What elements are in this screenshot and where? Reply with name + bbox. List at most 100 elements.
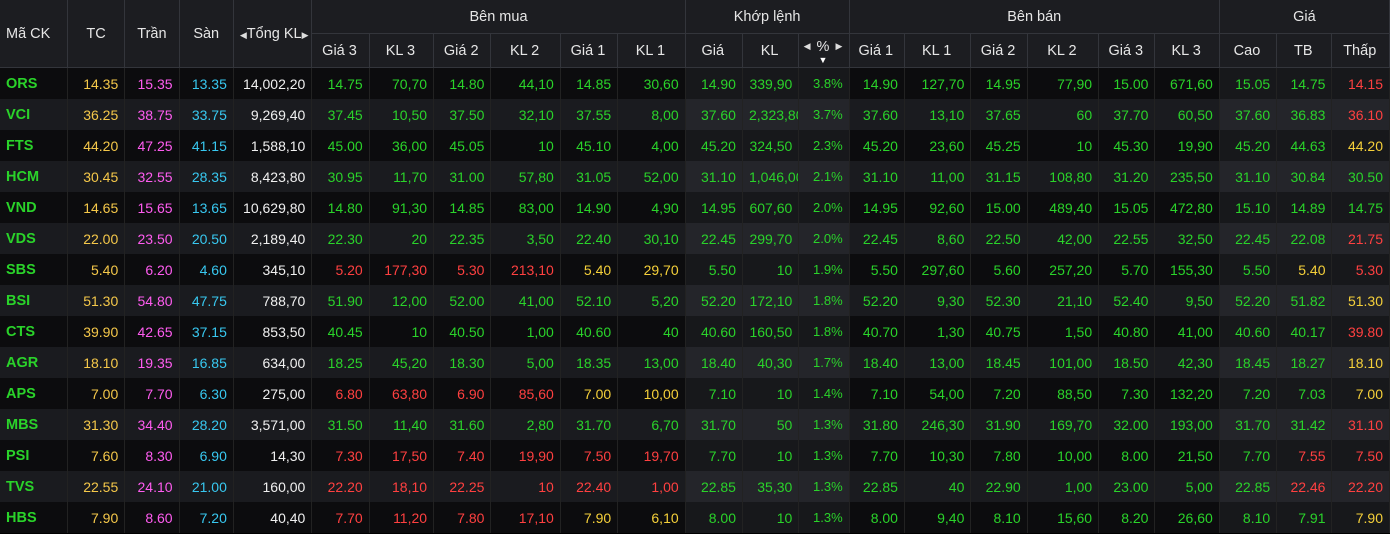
low-price: 14.15 bbox=[1331, 67, 1390, 99]
ref-price: 7.60 bbox=[67, 440, 126, 471]
table-row[interactable]: SBS 5.40 6.20 4.60 345,10 5.20 177,30 5.30 213,1… bbox=[0, 254, 1390, 285]
table-row[interactable]: VDS 22.00 23.50 20.50 2,189,40 22.30 20 22.35 3,… bbox=[0, 223, 1390, 254]
sell-vol-2: 101,00 bbox=[1027, 347, 1100, 378]
table-row[interactable]: MBS 31.30 34.40 28.20 3,571,00 31.50 11,40 31.6… bbox=[0, 409, 1390, 440]
table-row[interactable]: FTS 44.20 47.25 41.15 1,588,10 45.00 36,00 45.0… bbox=[0, 130, 1390, 161]
buy-price-3: 22.20 bbox=[311, 471, 370, 502]
table-row[interactable]: HCM 30.45 32.55 28.35 8,423,80 30.95 11,70 31.0… bbox=[0, 161, 1390, 192]
sell-price-1: 7.70 bbox=[849, 440, 905, 471]
ref-price: 51.30 bbox=[67, 285, 126, 316]
col-symbol[interactable]: Mã CK bbox=[0, 0, 68, 68]
stock-symbol[interactable]: FTS bbox=[0, 130, 68, 161]
floor-price: 6.30 bbox=[179, 378, 234, 409]
col-buy-6[interactable]: KL 1 bbox=[617, 33, 686, 68]
sell-price-1: 8.00 bbox=[849, 502, 905, 533]
col-sell-5[interactable]: Giá 3 bbox=[1098, 33, 1156, 68]
caret-left-icon[interactable]: ◀ bbox=[240, 30, 247, 40]
col-sell-1[interactable]: Giá 1 bbox=[849, 33, 905, 68]
sell-price-1: 31.80 bbox=[849, 409, 905, 440]
sell-vol-3: 60,50 bbox=[1154, 99, 1220, 130]
col-match-pct[interactable]: ◀% ▶ ▼ bbox=[798, 33, 850, 68]
sell-price-3: 8.00 bbox=[1098, 440, 1156, 471]
buy-price-2: 31.60 bbox=[433, 409, 492, 440]
stock-symbol[interactable]: BSI bbox=[0, 285, 68, 316]
col-buy-3[interactable]: Giá 2 bbox=[433, 33, 492, 68]
table-row[interactable]: ORS 14.35 15.35 13.35 14,002,20 14.75 70,70 14.… bbox=[0, 67, 1390, 99]
caret-right-icon[interactable]: ▶ bbox=[835, 41, 842, 52]
buy-price-3: 22.30 bbox=[311, 223, 370, 254]
buy-vol-2: 3,50 bbox=[490, 223, 561, 254]
stock-symbol[interactable]: CTS bbox=[0, 316, 68, 347]
ceiling-price: 54.80 bbox=[124, 285, 180, 316]
table-row[interactable]: PSI 7.60 8.30 6.90 14,30 7.30 17,50 7.40 19,90 7.… bbox=[0, 440, 1390, 471]
stock-symbol[interactable]: VND bbox=[0, 192, 68, 223]
stock-symbol[interactable]: MBS bbox=[0, 409, 68, 440]
match-pct: 1.7% bbox=[798, 347, 850, 378]
stock-symbol[interactable]: SBS bbox=[0, 254, 68, 285]
table-row[interactable]: AGR 18.10 19.35 16.85 634,00 18.25 45,20 18.30 5… bbox=[0, 347, 1390, 378]
buy-price-2: 52.00 bbox=[433, 285, 492, 316]
match-vol: 1,046,00 bbox=[742, 161, 800, 192]
table-row[interactable]: TVS 22.55 24.10 21.00 160,00 22.20 18,10 22.25 1… bbox=[0, 471, 1390, 502]
buy-price-2: 14.85 bbox=[433, 192, 492, 223]
stock-symbol[interactable]: VCI bbox=[0, 99, 68, 130]
col-ceil[interactable]: Trần bbox=[124, 0, 180, 68]
sell-price-1: 22.45 bbox=[849, 223, 905, 254]
col-total-vol[interactable]: ◀Tổng KL▶ bbox=[233, 0, 313, 68]
sell-price-2: 22.90 bbox=[970, 471, 1028, 502]
col-floor[interactable]: Sàn bbox=[179, 0, 234, 68]
buy-price-3: 14.80 bbox=[311, 192, 370, 223]
col-sell-3[interactable]: Giá 2 bbox=[970, 33, 1028, 68]
col-sell-6[interactable]: KL 3 bbox=[1154, 33, 1220, 68]
table-row[interactable]: VND 14.65 15.65 13.65 10,629,80 14.80 91,30 14.… bbox=[0, 192, 1390, 223]
sell-vol-2: 10 bbox=[1027, 130, 1100, 161]
caret-right-icon[interactable]: ▶ bbox=[302, 30, 309, 40]
col-buy-1[interactable]: Giá 3 bbox=[311, 33, 370, 68]
stock-symbol[interactable]: AGR bbox=[0, 347, 68, 378]
caret-down-icon[interactable]: ▼ bbox=[805, 55, 840, 64]
stock-symbol[interactable]: ORS bbox=[0, 67, 68, 99]
buy-vol-2: 57,80 bbox=[490, 161, 561, 192]
match-pct: 1.4% bbox=[798, 378, 850, 409]
col-sell-2[interactable]: KL 1 bbox=[904, 33, 972, 68]
match-pct: 2.3% bbox=[798, 130, 850, 161]
col-sell-4[interactable]: KL 2 bbox=[1027, 33, 1100, 68]
sell-price-2: 7.20 bbox=[970, 378, 1028, 409]
col-match-price[interactable]: Giá bbox=[685, 33, 743, 68]
caret-left-icon[interactable]: ◀ bbox=[804, 41, 811, 52]
col-buy-2[interactable]: KL 3 bbox=[369, 33, 435, 68]
col-buy-5[interactable]: Giá 1 bbox=[560, 33, 619, 68]
buy-price-2: 40.50 bbox=[433, 316, 492, 347]
table-row[interactable]: VCI 36.25 38.75 33.75 9,269,40 37.45 10,50 37.5… bbox=[0, 99, 1390, 130]
col-price-3[interactable]: Thấp bbox=[1331, 33, 1390, 68]
table-row[interactable]: APS 7.00 7.70 6.30 275,00 6.80 63,80 6.90 85,60 7… bbox=[0, 378, 1390, 409]
stock-symbol[interactable]: HBS bbox=[0, 502, 68, 533]
table-row[interactable]: BSI 51.30 54.80 47.75 788,70 51.90 12,00 52.00 4… bbox=[0, 285, 1390, 316]
ceiling-price: 47.25 bbox=[124, 130, 180, 161]
col-tc[interactable]: TC bbox=[67, 0, 126, 68]
match-pct: 1.3% bbox=[798, 471, 850, 502]
buy-vol-2: 83,00 bbox=[490, 192, 561, 223]
buy-price-1: 14.90 bbox=[560, 192, 619, 223]
match-price: 31.10 bbox=[685, 161, 743, 192]
col-price-2[interactable]: TB bbox=[1276, 33, 1333, 68]
stock-symbol[interactable]: TVS bbox=[0, 471, 68, 502]
stock-symbol[interactable]: PSI bbox=[0, 440, 68, 471]
stock-symbol[interactable]: VDS bbox=[0, 223, 68, 254]
sell-vol-1: 54,00 bbox=[904, 378, 972, 409]
sell-price-2: 15.00 bbox=[970, 192, 1028, 223]
col-buy-4[interactable]: KL 2 bbox=[490, 33, 561, 68]
table-row[interactable]: CTS 39.90 42.65 37.15 853,50 40.45 10 40.50 1,00… bbox=[0, 316, 1390, 347]
stock-symbol[interactable]: HCM bbox=[0, 161, 68, 192]
stock-symbol[interactable]: APS bbox=[0, 378, 68, 409]
match-price: 22.45 bbox=[685, 223, 743, 254]
avg-price: 22.46 bbox=[1276, 471, 1333, 502]
sell-vol-2: 21,10 bbox=[1027, 285, 1100, 316]
table-row[interactable]: HBS 7.90 8.60 7.20 40,40 7.70 11,20 7.80 17,10 7.… bbox=[0, 502, 1390, 533]
col-match-vol[interactable]: KL bbox=[742, 33, 800, 68]
buy-price-3: 14.75 bbox=[311, 67, 370, 99]
buy-vol-3: 11,40 bbox=[369, 409, 435, 440]
col-price-1[interactable]: Cao bbox=[1219, 33, 1278, 68]
buy-vol-3: 17,50 bbox=[369, 440, 435, 471]
floor-price: 47.75 bbox=[179, 285, 234, 316]
